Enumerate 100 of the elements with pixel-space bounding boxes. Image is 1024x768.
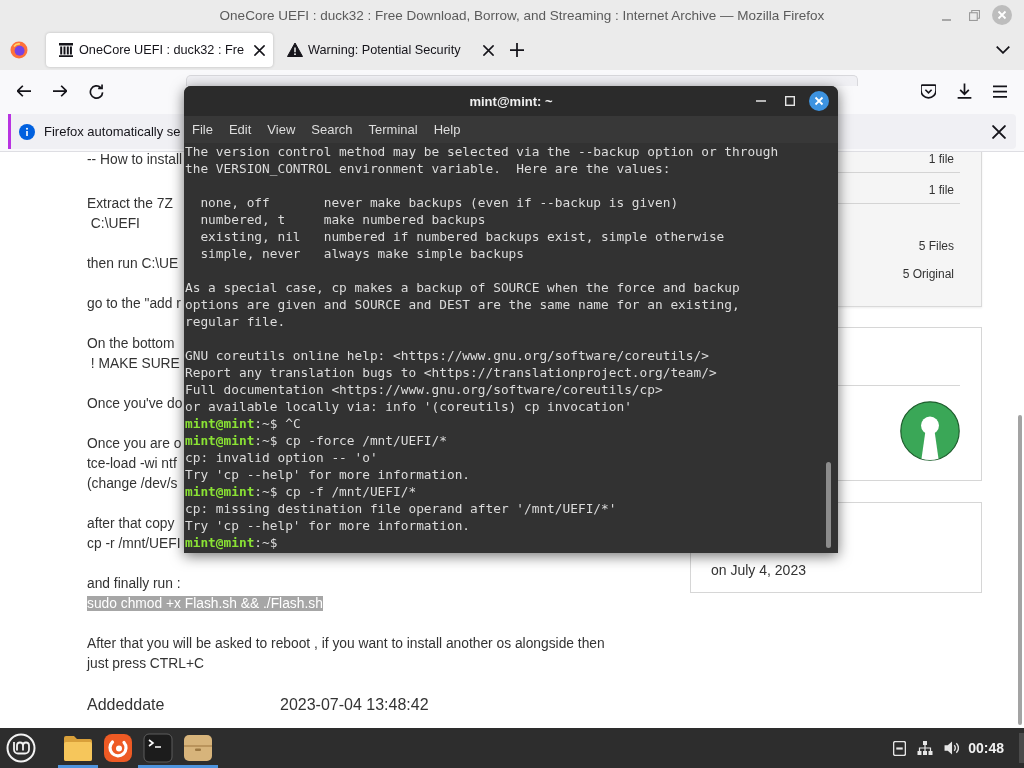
terminal-output-line: As a special case, cp makes a backup of SOURCE when the force and backup [185, 280, 740, 295]
menu-item[interactable]: Help [425, 116, 469, 143]
close-window-button[interactable] [807, 89, 831, 113]
terminal-icon [143, 733, 173, 763]
menu-item[interactable]: View [259, 116, 304, 143]
minimize-icon [941, 19, 951, 21]
prompt-path: :~$ [254, 416, 278, 431]
notification-text: Firefox automatically se [44, 124, 181, 139]
terminal-output-line: options are given and SOURCE and DEST are the same name for an existing, [185, 297, 740, 312]
building-icon [58, 42, 74, 58]
terminal-output-line: the VERSION_CONTROL environment variable. Here are the values: [185, 161, 671, 176]
close-tab-button[interactable] [251, 42, 267, 58]
prompt-path: :~$ [254, 535, 278, 550]
body-text: Extract the 7Z [87, 196, 173, 211]
browser-tab[interactable]: Warning: Potential Security [275, 33, 502, 67]
volume-icon [943, 741, 959, 755]
close-icon [253, 44, 265, 56]
prompt-user: mint@mint [185, 535, 255, 550]
prompt-user: mint@mint [185, 433, 255, 448]
terminal-command: ^C [285, 416, 301, 431]
start-menu-icon [6, 733, 36, 763]
network-icon [917, 740, 934, 756]
close-icon [482, 44, 494, 56]
clock-text[interactable]: 00:48 [968, 740, 1004, 756]
terminal-output-line: regular file. [185, 314, 286, 329]
arrow-left-icon [17, 85, 31, 97]
terminal-output-line: existing, nil numbered if numbered backups exist, simple otherwise [199, 229, 725, 244]
close-icon [809, 91, 829, 111]
menu-item[interactable]: Edit [220, 116, 260, 143]
close-tab-button[interactable] [480, 42, 496, 58]
body-text: -- How to install [87, 152, 183, 167]
body-text: After that you will be asked to reboot , if you want to install another os alongside then [87, 636, 605, 651]
window-title: OneCore UEFI : duck32 : Free Download, Borrow, and Streaming : Internet Archive — Mozilla Firefox [219, 7, 825, 23]
url-field[interactable] [186, 75, 858, 86]
file-count-text: 1 file [928, 152, 954, 166]
browser-tab[interactable]: OneCore UEFI : duck32 : Fre [46, 33, 273, 67]
scrollbar-thumb[interactable] [1018, 415, 1022, 725]
chevron-down-icon [996, 46, 1010, 54]
restore-icon [968, 9, 980, 21]
minimize-icon [756, 100, 766, 102]
file-count-text: 1 file [928, 183, 954, 197]
terminal-output-line: Full documentation <https://www.gnu.org/software/coreutils/cp> [185, 382, 663, 397]
body-text: tce-load -wi ntf [87, 456, 177, 471]
selected-text: sudo chmod +x Flash.sh && ./Flash.sh [87, 596, 323, 611]
arrow-right-icon [53, 85, 67, 97]
download-icon [956, 83, 972, 99]
terminal-output-line: Try 'cp --help' for more information. [185, 518, 471, 533]
scrollbar-thumb[interactable] [826, 462, 831, 548]
body-text: (change /dev/s [87, 476, 178, 491]
maximize-icon [785, 96, 795, 106]
close-icon [992, 5, 1012, 25]
prompt-user: mint@mint [185, 416, 255, 431]
file-total-text: 5 Files [918, 239, 954, 253]
menu-item[interactable]: Terminal [360, 116, 426, 143]
prompt-path: :~$ [254, 484, 278, 499]
browser-logo-icon[interactable] [10, 41, 28, 59]
terminal-title: mint@mint: ~ [469, 93, 553, 109]
metadata-label: Addeddate [87, 696, 165, 713]
body-text: just press CTRL+C [87, 656, 204, 671]
browser-icon [103, 733, 133, 763]
warning-icon [287, 42, 303, 58]
box-icon [183, 733, 213, 763]
pocket-icon [920, 83, 936, 99]
terminal-output-line: numbered, t make numbered backups [199, 212, 486, 227]
folder-icon [63, 733, 93, 763]
terminal-output-line: or available locally via: info '(coreutils) cp invocation' [185, 399, 632, 414]
reload-icon [88, 83, 104, 99]
terminal-output-line: cp: missing destination file operand after '/mnt/UEFI/*' [185, 501, 617, 516]
body-text: ! MAKE SURE [89, 356, 180, 371]
body-text: cp -r /mnt/UEFI [87, 536, 181, 551]
close-icon [992, 124, 1006, 139]
body-text: Once you've do [87, 396, 183, 411]
terminal-output-line: GNU coreutils online help: <https://www.gnu.org/software/coreutils/> [185, 348, 709, 363]
terminal-output-line: Try 'cp --help' for more information. [185, 467, 471, 482]
metadata-value: 2023-07-04 13:48:42 [280, 695, 429, 715]
body-text: C:\UEFI [89, 216, 140, 231]
terminal-command: cp -f /mnt/UEFI/* [285, 484, 417, 499]
body-text: On the bottom [87, 336, 175, 351]
menu-item[interactable]: Search [303, 116, 361, 143]
body-text: after that copy [87, 516, 175, 531]
body-text: go to the "add r [87, 296, 181, 311]
body-text: and finally run : [87, 576, 181, 591]
terminal-output-line: none, off never make backups (even if --backup is given) [199, 195, 679, 210]
menu-item[interactable]: File [184, 116, 221, 143]
terminal-output-line: simple, never always make simple backups [199, 246, 524, 261]
notes-icon [892, 740, 906, 756]
terminal-output-line: The version control method may be selected via the --backup option or through [185, 144, 779, 159]
terminal-output-line: Report any translation bugs to <https://translationproject.org/team/> [185, 365, 717, 380]
body-text: Once you are o [87, 436, 182, 451]
terminal-command: cp -force /mnt/UEFI/* [285, 433, 447, 448]
terminal-output-line: cp: invalid option -- 'o' [185, 450, 378, 465]
upload-date-text: on July 4, 2023 [711, 562, 806, 579]
plus-icon [510, 43, 524, 57]
prompt-path: :~$ [254, 433, 278, 448]
prompt-user: mint@mint [185, 484, 255, 499]
body-text: then run C:\UE [87, 256, 179, 271]
file-total-text: 5 Original [902, 267, 954, 281]
menu-icon [993, 84, 1007, 98]
info-icon [19, 123, 35, 140]
keyhole-icon [900, 401, 960, 461]
